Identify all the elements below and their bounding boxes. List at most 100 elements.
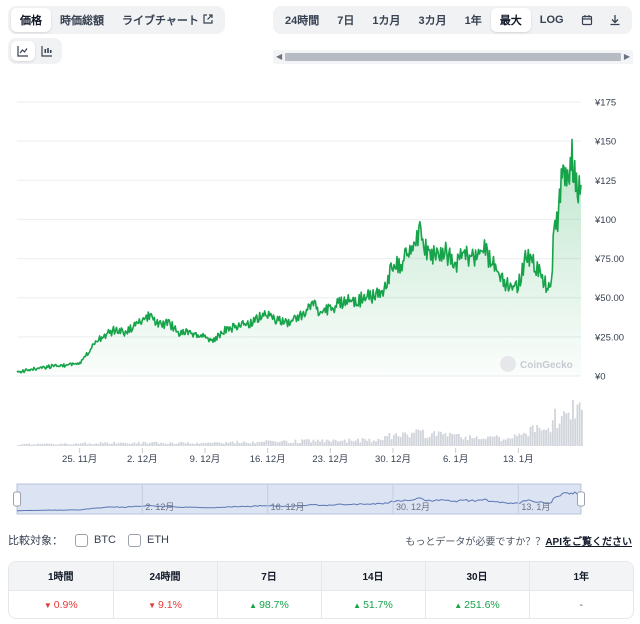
checkbox-icon[interactable] <box>128 533 141 547</box>
volume-bar <box>274 441 277 446</box>
volume-bar <box>399 436 402 446</box>
volume-bar <box>86 444 89 446</box>
volume-bar <box>111 443 113 446</box>
volume-bar <box>285 440 288 446</box>
volume-bar <box>48 443 51 446</box>
volume-bar <box>464 436 467 446</box>
range-button[interactable]: 最大 <box>490 8 531 32</box>
range-button[interactable]: 1カ月 <box>363 8 409 32</box>
volume-bar <box>368 438 371 446</box>
volume-bar <box>160 442 163 446</box>
volume-bar <box>175 443 178 446</box>
volume-bar <box>574 418 577 446</box>
volume-bar <box>256 442 259 446</box>
checkbox-icon[interactable] <box>75 533 88 547</box>
volume-bar <box>180 441 183 446</box>
volume-bar <box>408 437 411 446</box>
volume-bar <box>319 441 321 446</box>
volume-bar <box>520 435 523 446</box>
volume-bar <box>135 443 138 446</box>
volume-bar <box>229 441 232 446</box>
volume-bar <box>581 409 583 446</box>
volume-bar <box>401 432 404 446</box>
volume-bar <box>234 443 236 446</box>
volume-bar <box>455 434 458 446</box>
x-tick-label: 13. 1月 <box>503 454 534 465</box>
volume-bar <box>84 442 86 446</box>
volume-bar <box>113 441 116 446</box>
calendar-icon[interactable] <box>573 8 601 32</box>
volume-bar <box>312 439 315 446</box>
tab-live-chart[interactable]: ライブチャート <box>113 8 222 32</box>
volume-bar <box>240 442 243 446</box>
caret-down-icon: ▼ <box>148 600 156 610</box>
volume-bar <box>19 444 22 446</box>
volume-bar <box>178 442 180 446</box>
range-button[interactable]: LOG <box>531 8 573 32</box>
scroll-left-icon[interactable]: ◀ <box>276 52 282 61</box>
volume-bar <box>343 439 346 446</box>
range-button[interactable]: 1年 <box>456 8 491 32</box>
volume-bar <box>397 436 400 446</box>
volume-bar <box>162 443 165 446</box>
volume-bar <box>296 443 299 446</box>
range-scrollbar[interactable]: ◀ ▶ <box>273 50 633 64</box>
volume-bar <box>435 435 438 446</box>
scrollbar-thumb[interactable] <box>285 53 621 61</box>
volume-bar <box>549 432 552 446</box>
performance-cell: ▲ 251.6% <box>425 589 530 618</box>
volume-bar <box>77 443 80 446</box>
volume-bar <box>482 438 485 446</box>
volume-bar <box>93 444 95 446</box>
volume-bar <box>290 442 292 446</box>
volume-bar <box>258 441 261 446</box>
volume-bar <box>424 438 427 446</box>
scroll-right-icon[interactable]: ▶ <box>624 52 630 61</box>
volume-bar <box>281 440 283 446</box>
candlestick-chart-icon[interactable] <box>35 41 59 61</box>
line-chart-icon[interactable] <box>11 41 35 61</box>
volume-bar <box>106 442 109 446</box>
volume-bar <box>303 439 306 446</box>
volume-bar <box>287 443 290 446</box>
tab-market-cap[interactable]: 時価総額 <box>51 8 113 32</box>
x-tick-label: 2. 12月 <box>127 454 158 465</box>
volume-bar <box>276 442 279 446</box>
compare-eth-checkbox[interactable]: ETH <box>128 533 169 547</box>
volume-bar <box>478 439 480 446</box>
volume-bar <box>144 442 147 446</box>
chart-style-toggle <box>8 38 62 64</box>
volume-bar <box>495 435 498 446</box>
volume-bar <box>209 442 212 446</box>
volume-bar <box>578 402 581 446</box>
volume-bar <box>480 439 483 446</box>
performance-value: 0.9% <box>53 598 78 611</box>
volume-bar <box>21 444 24 446</box>
volume-bar <box>489 436 492 446</box>
volume-bar <box>350 440 353 446</box>
compare-btc-checkbox[interactable]: BTC <box>75 533 116 547</box>
range-button[interactable]: 24時間 <box>276 8 328 32</box>
range-button[interactable]: 3カ月 <box>410 8 456 32</box>
volume-bar <box>249 443 252 446</box>
performance-value: 98.7% <box>259 598 289 611</box>
volume-bar <box>119 442 122 446</box>
volume-bar <box>473 438 476 446</box>
navigator-handle[interactable] <box>13 491 21 507</box>
volume-bar <box>245 442 248 446</box>
y-tick-label: ¥175 <box>594 98 616 109</box>
volume-bar <box>437 431 440 446</box>
volume-bar <box>504 439 507 446</box>
range-button[interactable]: 7日 <box>328 8 363 32</box>
download-icon[interactable] <box>601 8 629 32</box>
volume-bar <box>558 423 561 446</box>
volume-bar <box>301 439 304 446</box>
volume-bar <box>540 430 543 446</box>
time-range-selector: 24時間 7日 1カ月 3カ月 1年 最大 LOG <box>273 6 632 34</box>
volume-bar <box>70 444 73 446</box>
volume-bar <box>225 442 227 446</box>
api-link[interactable]: APIをご覧ください <box>545 537 632 548</box>
navigator-handle[interactable] <box>577 491 585 507</box>
volume-bar <box>205 443 207 446</box>
tab-price[interactable]: 価格 <box>11 8 51 32</box>
